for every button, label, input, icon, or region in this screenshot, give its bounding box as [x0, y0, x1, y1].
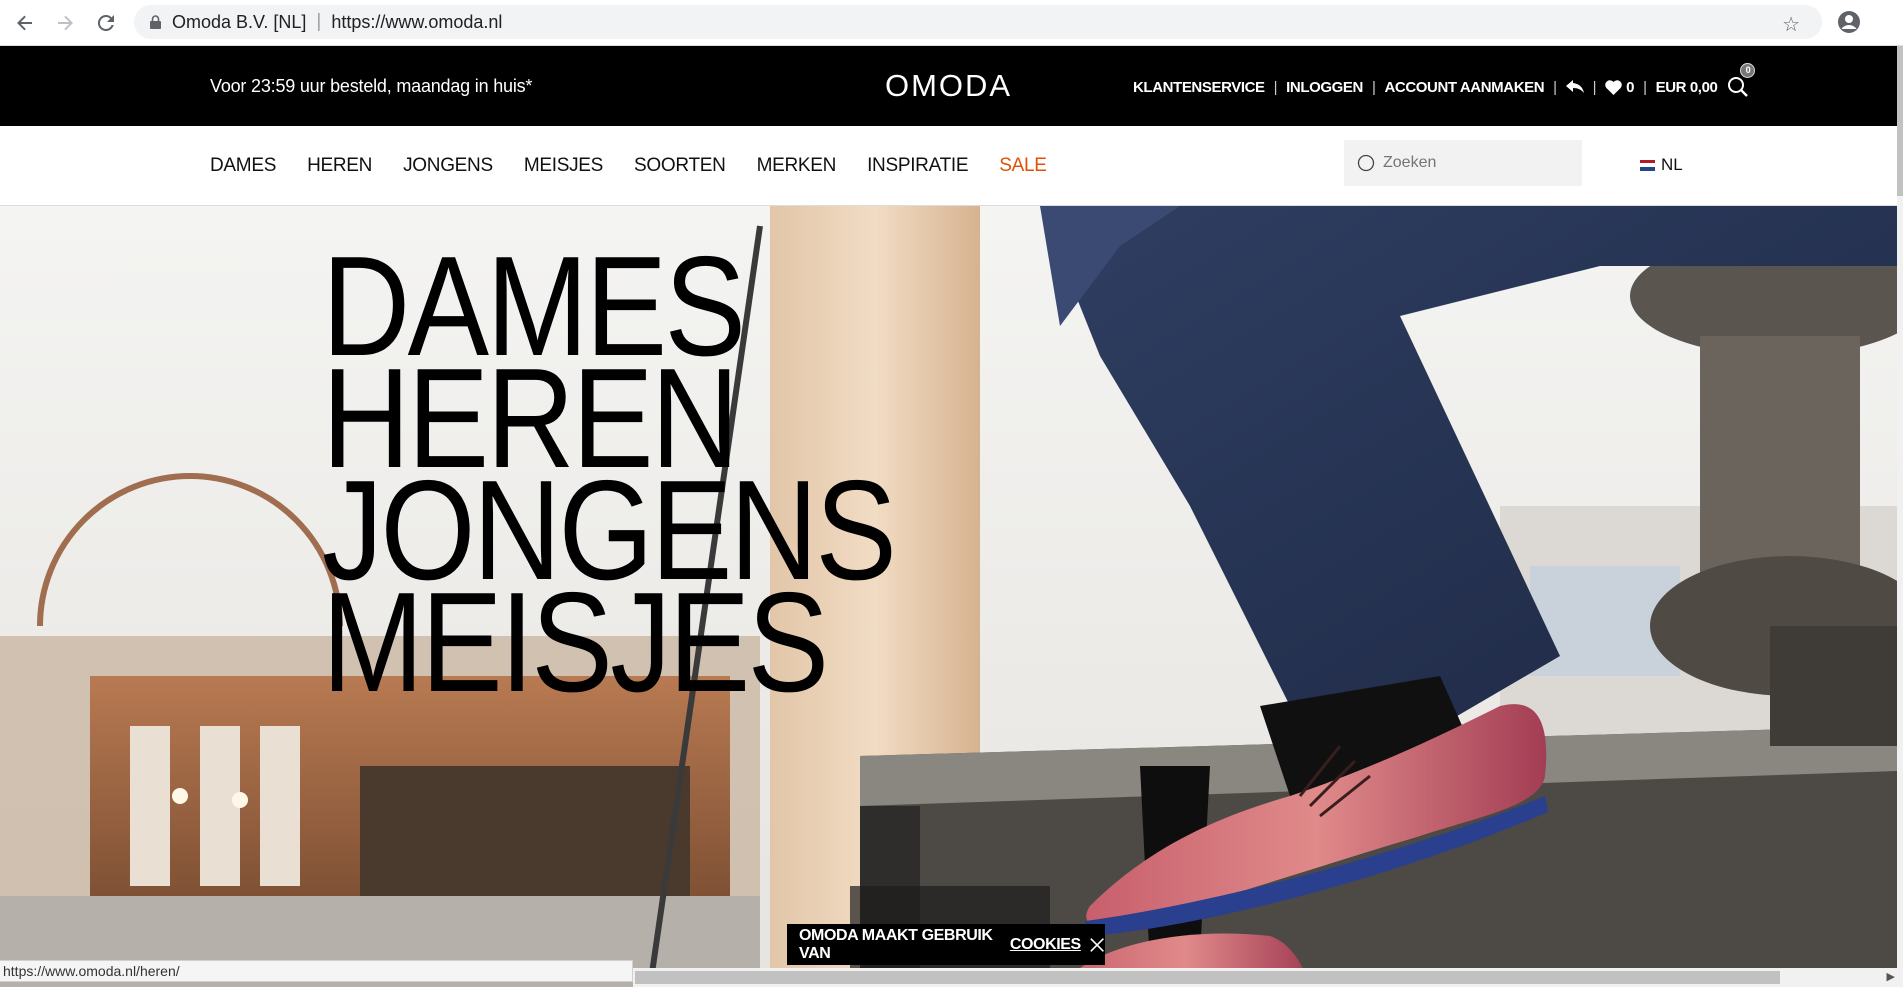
horizontal-scrollbar[interactable]: ▶ — [633, 968, 1897, 987]
page-viewport: Voor 23:59 uur besteld, maandag in huis*… — [0, 46, 1897, 987]
cookie-banner: OMODA MAAKT GEBRUIK VAN COOKIES — [787, 924, 1105, 965]
main-navigation: DAMES HEREN JONGENS MEISJES SOORTEN MERK… — [0, 126, 1897, 206]
search-input[interactable] — [1381, 153, 1565, 173]
close-icon[interactable] — [1089, 936, 1105, 954]
nav-item-dames[interactable]: DAMES — [210, 155, 276, 177]
browser-toolbar: Omoda B.V. [NL] | https://www.omoda.nl ☆ — [0, 0, 1903, 46]
nav-item-jongens[interactable]: JONGENS — [403, 155, 493, 177]
lock-icon — [150, 14, 161, 29]
scroll-right-arrow-icon[interactable]: ▶ — [1887, 970, 1895, 983]
account-links: KLANTENSERVICE | INLOGGEN | ACCOUNT AANM… — [1133, 63, 1756, 98]
cart-count-badge: 0 — [1740, 63, 1756, 78]
hero-link-meisjes[interactable]: MEISJES — [322, 572, 894, 714]
cookie-policy-link[interactable]: COOKIES — [1010, 936, 1081, 954]
cookie-text: OMODA MAAKT GEBRUIK VAN — [799, 926, 993, 962]
cart-button[interactable]: 0 — [1727, 63, 1756, 98]
search-icon — [1357, 154, 1375, 172]
status-bar-url: https://www.omoda.nl/heren/ — [0, 960, 633, 982]
shopping-bag-icon — [1728, 77, 1749, 97]
wishlist-count: 0 — [1626, 78, 1635, 96]
nav-item-meisjes[interactable]: MEISJES — [524, 155, 604, 177]
language-label: NL — [1661, 155, 1683, 174]
customer-service-link[interactable]: KLANTENSERVICE — [1133, 79, 1265, 96]
login-link[interactable]: INLOGGEN — [1286, 79, 1363, 96]
site-identity: Omoda B.V. [NL] — [172, 11, 307, 32]
nav-item-sale[interactable]: SALE — [999, 155, 1047, 177]
nav-item-merken[interactable]: MERKEN — [757, 155, 837, 177]
top-bar: Voor 23:59 uur besteld, maandag in huis*… — [0, 46, 1897, 126]
create-account-link[interactable]: ACCOUNT AANMAKEN — [1384, 79, 1544, 96]
delivery-promo: Voor 23:59 uur besteld, maandag in huis* — [210, 76, 533, 96]
language-selector[interactable]: NL — [1640, 155, 1683, 175]
dutch-flag-icon — [1640, 159, 1655, 171]
reload-icon[interactable] — [93, 10, 119, 36]
forward-arrow-icon[interactable] — [52, 10, 78, 36]
vertical-scrollbar[interactable] — [1897, 46, 1903, 987]
search-box[interactable] — [1344, 140, 1582, 186]
bookmark-star-icon[interactable]: ☆ — [1782, 12, 1800, 37]
wishlist-link[interactable]: 0 — [1605, 78, 1635, 96]
back-arrow-icon[interactable] — [12, 10, 38, 36]
omoda-logo[interactable]: OMODA — [885, 68, 1012, 104]
hero-category-links: DAMES HEREN JONGENS MEISJES — [322, 236, 987, 714]
address-bar[interactable]: Omoda B.V. [NL] | https://www.omoda.nl ☆ — [134, 5, 1822, 39]
return-arrow-icon[interactable] — [1565, 80, 1584, 94]
nav-item-soorten[interactable]: SOORTEN — [634, 155, 726, 177]
nav-item-heren[interactable]: HEREN — [307, 155, 372, 177]
nav-item-inspiratie[interactable]: INSPIRATIE — [867, 155, 968, 177]
url-text[interactable]: https://www.omoda.nl — [331, 12, 502, 33]
heart-icon — [1605, 79, 1622, 95]
hero-banner: DAMES HEREN JONGENS MEISJES — [0, 206, 1897, 987]
profile-icon[interactable] — [1837, 10, 1861, 34]
cart-total[interactable]: EUR 0,00 — [1656, 79, 1718, 96]
